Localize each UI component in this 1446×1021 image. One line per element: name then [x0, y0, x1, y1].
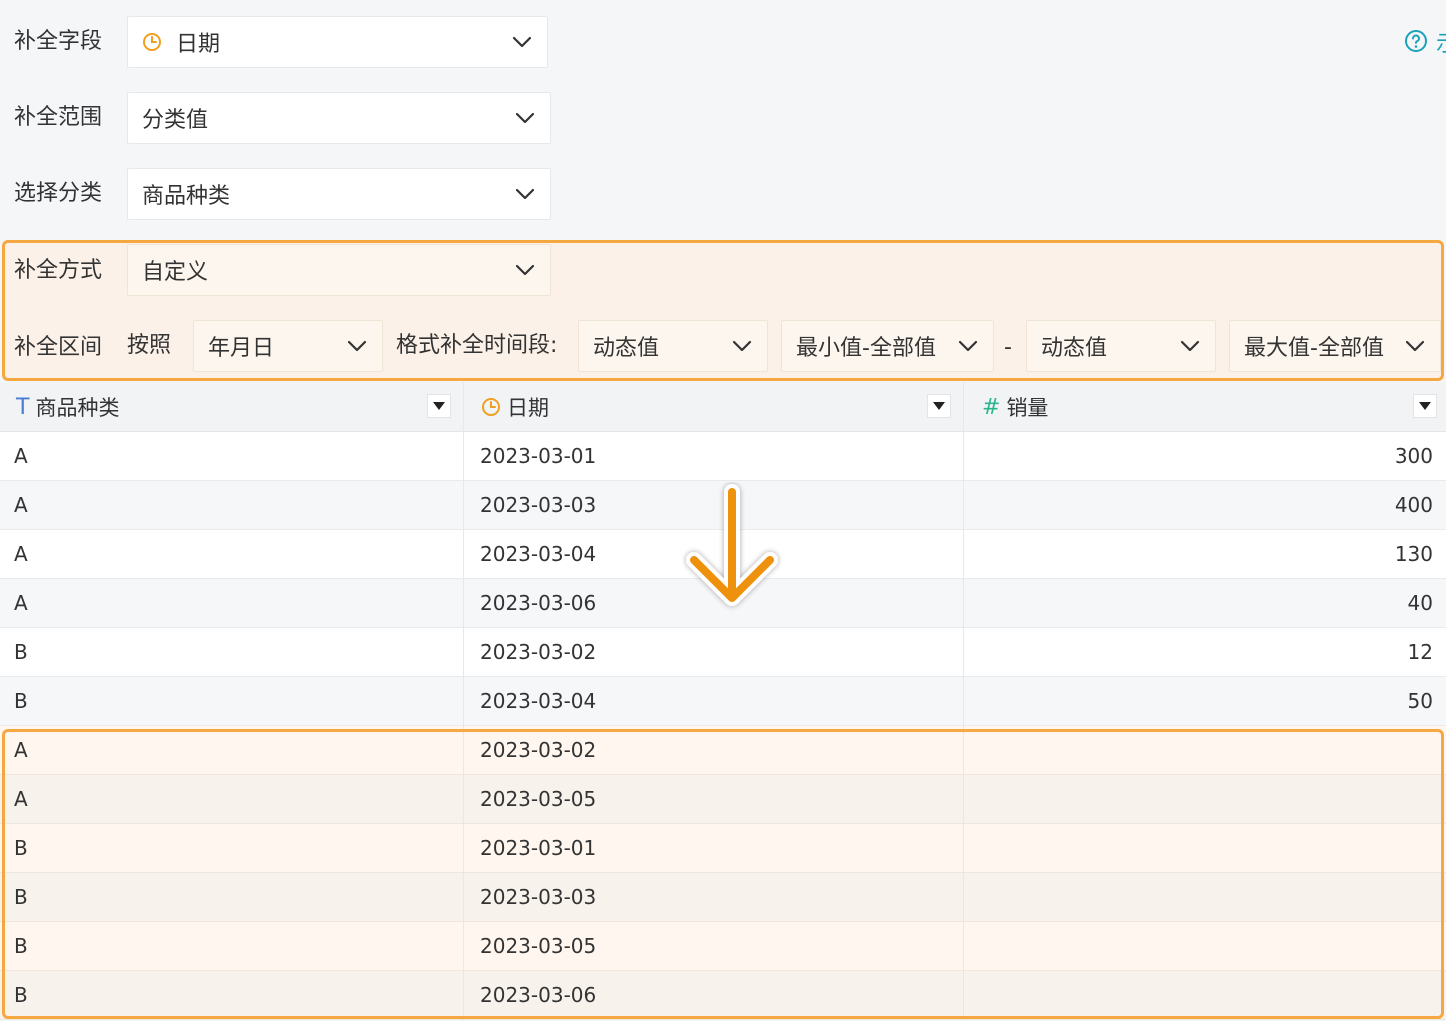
- chevron-down-icon: [957, 335, 979, 357]
- fill-method-value: 自定义: [142, 260, 209, 285]
- chevron-down-icon: [514, 107, 536, 129]
- column-menu-sales[interactable]: [1413, 394, 1437, 418]
- date-cell: 2023-03-05: [480, 787, 597, 811]
- category-cell: B: [14, 689, 28, 713]
- arrow-down-icon: [686, 484, 778, 606]
- chevron-down-icon: [514, 259, 536, 281]
- column-divider: [463, 382, 464, 1021]
- chevron-down-icon: [731, 335, 753, 357]
- filled-table-row[interactable]: A 2023-03-02: [0, 726, 1446, 775]
- chevron-down-icon: [1179, 335, 1201, 357]
- sales-cell: 40: [1407, 591, 1433, 615]
- range-separator: -: [1004, 335, 1012, 360]
- granularity-select[interactable]: 年月日: [193, 320, 383, 372]
- chevron-down-icon: [511, 31, 533, 53]
- sales-cell: 400: [1394, 493, 1433, 517]
- date-cell: 2023-03-05: [480, 934, 597, 958]
- date-cell: 2023-03-03: [480, 885, 597, 909]
- column-menu-category[interactable]: [427, 394, 451, 418]
- category-cell: B: [14, 836, 28, 860]
- filled-table-row[interactable]: A 2023-03-05: [0, 775, 1446, 824]
- date-cell: 2023-03-02: [480, 640, 597, 664]
- date-cell: 2023-03-04: [480, 689, 597, 713]
- start-type-value: 动态值: [593, 336, 660, 361]
- column-divider: [963, 382, 964, 1021]
- help-link[interactable]: 示: [1436, 26, 1446, 58]
- category-cell: B: [14, 934, 28, 958]
- fill-scope-select[interactable]: 分类值: [127, 92, 551, 144]
- filled-table-row[interactable]: B 2023-03-01: [0, 824, 1446, 873]
- date-cell: 2023-03-06: [480, 983, 597, 1007]
- granularity-value: 年月日: [208, 336, 275, 361]
- select-category-label: 选择分类: [14, 181, 103, 206]
- end-value-select[interactable]: 最大值-全部值: [1229, 320, 1441, 372]
- sales-cell: 12: [1407, 640, 1433, 664]
- column-header-sales[interactable]: # 销量: [982, 382, 1048, 432]
- date-cell: 2023-03-01: [480, 836, 597, 860]
- fill-field-select[interactable]: 日期: [127, 16, 548, 68]
- start-value: 最小值-全部值: [796, 336, 936, 361]
- date-cell: 2023-03-04: [480, 542, 597, 566]
- table-header: T 商品种类 日期 # 销量: [0, 382, 1446, 432]
- chevron-down-icon: [514, 183, 536, 205]
- by-label: 按照: [127, 333, 172, 358]
- category-cell: A: [14, 493, 28, 517]
- category-cell: A: [14, 591, 28, 615]
- end-type-select[interactable]: 动态值: [1026, 320, 1216, 372]
- table-row[interactable]: B 2023-03-02 12: [0, 628, 1446, 677]
- fill-range-label: 补全区间: [14, 335, 103, 360]
- column-header-category[interactable]: T 商品种类: [16, 382, 119, 432]
- category-cell: B: [14, 885, 28, 909]
- fill-scope-value: 分类值: [142, 108, 209, 133]
- date-cell: 2023-03-03: [480, 493, 597, 517]
- fill-scope-label: 补全范围: [14, 105, 103, 130]
- table-row[interactable]: B 2023-03-04 50: [0, 677, 1446, 726]
- format-range-label: 格式补全时间段:: [396, 333, 558, 358]
- chevron-down-icon: [346, 335, 368, 357]
- end-type-value: 动态值: [1041, 336, 1108, 361]
- category-cell: B: [14, 983, 28, 1007]
- column-header-date[interactable]: 日期: [481, 382, 549, 432]
- chevron-down-icon: [1404, 335, 1426, 357]
- category-cell: A: [14, 444, 28, 468]
- caret-down-icon: [933, 402, 945, 410]
- column-menu-date[interactable]: [927, 394, 951, 418]
- sales-cell: 50: [1407, 689, 1433, 713]
- start-value-select[interactable]: 最小值-全部值: [781, 320, 994, 372]
- start-type-select[interactable]: 动态值: [578, 320, 768, 372]
- date-cell: 2023-03-01: [480, 444, 597, 468]
- fill-method-select[interactable]: 自定义: [127, 244, 551, 296]
- date-cell: 2023-03-06: [480, 591, 597, 615]
- filled-table-row[interactable]: B 2023-03-06: [0, 971, 1446, 1020]
- clock-icon: [481, 397, 501, 417]
- fill-method-label: 补全方式: [14, 258, 103, 283]
- category-cell: B: [14, 640, 28, 664]
- number-type-icon: #: [982, 394, 1001, 420]
- caret-down-icon: [433, 402, 445, 410]
- sales-cell: 130: [1394, 542, 1433, 566]
- category-cell: A: [14, 542, 28, 566]
- fill-field-label: 补全字段: [14, 29, 103, 54]
- caret-down-icon: [1419, 402, 1431, 410]
- data-table: T 商品种类 日期 # 销量 A 2023-03-01 300 A 2023-03-03…: [0, 382, 1446, 1020]
- sales-cell: 300: [1394, 444, 1433, 468]
- fill-field-value: 日期: [176, 32, 221, 57]
- help-icon[interactable]: [1404, 29, 1428, 53]
- date-cell: 2023-03-02: [480, 738, 597, 762]
- select-category-value: 商品种类: [142, 184, 231, 209]
- clock-icon: [142, 32, 162, 52]
- table-row[interactable]: A 2023-03-01 300: [0, 432, 1446, 481]
- filled-table-row[interactable]: B 2023-03-03: [0, 873, 1446, 922]
- end-value: 最大值-全部值: [1244, 336, 1384, 361]
- text-type-icon: T: [16, 394, 30, 420]
- category-cell: A: [14, 787, 28, 811]
- category-cell: A: [14, 738, 28, 762]
- select-category-select[interactable]: 商品种类: [127, 168, 551, 220]
- filled-table-row[interactable]: B 2023-03-05: [0, 922, 1446, 971]
